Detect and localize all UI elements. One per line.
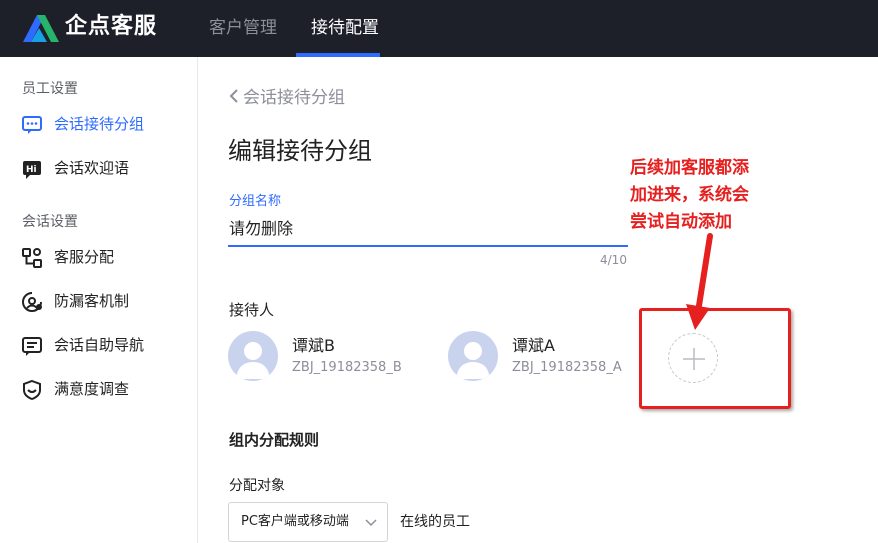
sidebar-item-label: 会话欢迎语: [54, 159, 130, 177]
brand-name: 企点客服: [65, 14, 158, 39]
assign-target-value: PC客户端或移动端: [241, 514, 349, 529]
agent-card[interactable]: 谭斌B ZBJ_19182358_B: [228, 331, 428, 383]
distribution-rules-title: 组内分配规则: [229, 431, 320, 449]
sidebar-item-label: 客服分配: [54, 248, 115, 266]
satisfaction-icon: [23, 379, 41, 401]
sidebar-item-self-navigation[interactable]: 会话自助导航: [0, 329, 197, 361]
agent-name: 谭斌B: [292, 336, 335, 355]
back-link[interactable]: 会话接待分组: [229, 87, 345, 109]
tab-reception-config[interactable]: 接待配置: [311, 17, 379, 39]
chevron-down-icon: [365, 519, 377, 527]
avatar: [448, 331, 498, 381]
agent-name: 谭斌A: [512, 336, 555, 355]
assign-target-select[interactable]: PC客户端或移动端: [228, 502, 388, 542]
chat-group-icon: [22, 116, 42, 134]
top-navigation-bar: 企点客服 客户管理 接待配置: [0, 0, 878, 57]
sidebar-section-staff: 员工设置: [22, 81, 78, 97]
welcome-hi-icon: Hi: [23, 161, 41, 179]
assign-target-label: 分配对象: [229, 478, 285, 494]
brand-logo-icon: [23, 15, 59, 42]
add-receiver-button[interactable]: [668, 333, 718, 383]
online-staff-text: 在线的员工: [400, 514, 470, 530]
agent-card[interactable]: 谭斌A ZBJ_19182358_A: [448, 331, 648, 383]
sidebar-item-label: 满意度调查: [54, 380, 130, 398]
default-avatar-icon: [236, 342, 270, 379]
group-name-input-underline: [228, 245, 628, 247]
tab-customer-management[interactable]: 客户管理: [209, 17, 277, 39]
annotation-note: 后续加客服都添 加进来，系统会 尝试自动添加: [630, 155, 749, 236]
group-name-char-counter: 4/10: [600, 253, 627, 267]
sidebar-item-session-groups[interactable]: 会话接待分组: [0, 108, 197, 140]
distribution-icon: [22, 248, 42, 268]
receivers-label: 接待人: [229, 301, 275, 319]
sidebar-item-label: 会话接待分组: [54, 115, 145, 133]
annotation-arrow-icon: [686, 233, 713, 330]
sidebar-item-welcome-message[interactable]: Hi 会话欢迎语: [0, 152, 197, 184]
group-name-input[interactable]: 请勿删除: [229, 218, 293, 240]
sidebar-item-label: 防漏客机制: [54, 292, 130, 310]
page-title: 编辑接待分组: [228, 137, 372, 165]
sidebar-item-distribution[interactable]: 客服分配: [0, 241, 197, 273]
agent-id: ZBJ_19182358_A: [512, 360, 622, 375]
annotation-line: 后续加客服都添: [630, 158, 749, 178]
anti-loss-icon: [22, 292, 42, 312]
sidebar-item-anti-loss[interactable]: 防漏客机制: [0, 285, 197, 317]
self-navigation-icon: [22, 337, 42, 356]
plus-icon: [683, 348, 705, 370]
chevron-left-icon: [229, 87, 239, 109]
avatar: [228, 331, 278, 381]
annotation-line: 加进来，系统会: [630, 185, 749, 205]
group-name-label: 分组名称: [229, 194, 282, 209]
sidebar-item-label: 会话自助导航: [54, 336, 145, 354]
default-avatar-icon: [456, 342, 490, 379]
sidebar-item-satisfaction[interactable]: 满意度调查: [0, 373, 197, 405]
active-tab-indicator: [296, 53, 380, 57]
svg-text:Hi: Hi: [26, 165, 37, 175]
agent-id: ZBJ_19182358_B: [292, 360, 402, 375]
sidebar-section-session: 会话设置: [22, 214, 78, 230]
back-link-label: 会话接待分组: [243, 88, 345, 108]
